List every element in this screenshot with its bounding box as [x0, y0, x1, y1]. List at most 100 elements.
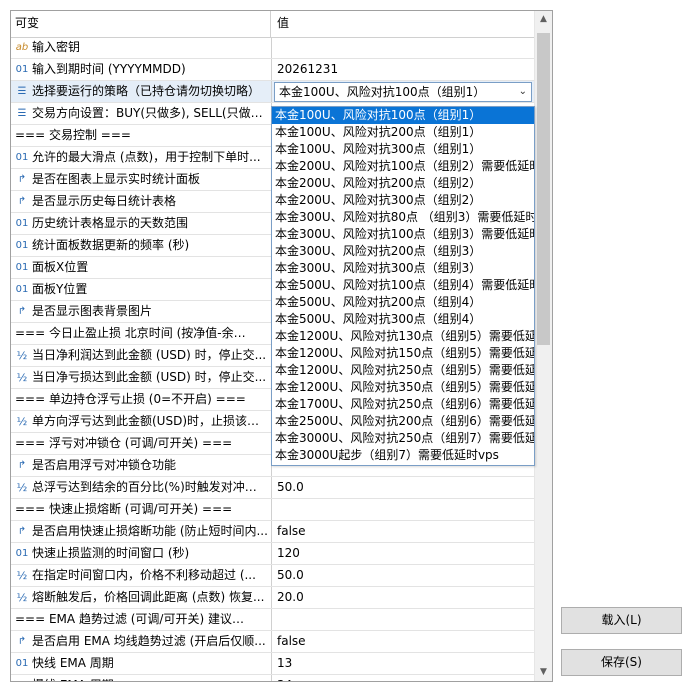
parameter-value-cell[interactable]: [272, 499, 535, 520]
strategy-option[interactable]: 本金100U、风险对抗300点（组别1）: [272, 141, 534, 158]
parameter-name-cell[interactable]: === 单边持仓浮亏止损 (0=不开启) ===: [11, 389, 272, 410]
parameter-name-cell[interactable]: ↱ 是否在图表上显示实时统计面板: [11, 169, 272, 190]
parameter-row[interactable]: ☰ 选择要运行的策略（已持仓请勿切换切略） 本金100U、风险对抗100点（组别1）…: [11, 81, 535, 103]
scroll-up-icon[interactable]: ▲: [535, 11, 552, 28]
column-header-variable[interactable]: 可变: [11, 11, 271, 37]
parameter-row[interactable]: 01 快线 EMA 周期 13: [11, 653, 535, 675]
scroll-down-icon[interactable]: ▼: [535, 664, 552, 681]
parameter-value-cell[interactable]: false: [272, 521, 535, 542]
strategy-option[interactable]: 本金200U、风险对抗300点（组别2）: [272, 192, 534, 209]
strategy-option[interactable]: 本金500U、风险对抗300点（组别4）: [272, 311, 534, 328]
parameter-label: 历史统计表格显示的天数范围: [32, 216, 189, 230]
parameter-name-cell[interactable]: ☰ 选择要运行的策略（已持仓请勿切换切略）: [11, 81, 272, 102]
vertical-scrollbar[interactable]: ▲ ▼: [534, 11, 552, 681]
strategy-option[interactable]: 本金300U、风险对抗200点（组别3）: [272, 243, 534, 260]
double-type-icon: ½: [16, 481, 28, 494]
parameter-name-cell[interactable]: ½ 在指定时间窗口内，价格不利移动超过 (...: [11, 565, 272, 586]
parameter-name-cell[interactable]: ↱ 是否显示图表背景图片: [11, 301, 272, 322]
parameter-label: === 单边持仓浮亏止损 (0=不开启) ===: [15, 392, 246, 406]
parameter-row[interactable]: ½ 在指定时间窗口内，价格不利移动超过 (... 50.0: [11, 565, 535, 587]
strategy-option[interactable]: 本金3000U、风险对抗250点（组别7）需要低延时vps: [272, 430, 534, 447]
integer-type-icon: 01: [15, 152, 29, 163]
parameter-row[interactable]: ↱ 是否启用快速止损熔断功能 (防止短时间内... false: [11, 521, 535, 543]
boolean-type-icon: ↱: [17, 306, 27, 317]
parameter-row[interactable]: ½ 熔断触发后，价格回调此距离 (点数) 恢复... 20.0: [11, 587, 535, 609]
strategy-option[interactable]: 本金200U、风险对抗100点（组别2）需要低延时vps: [272, 158, 534, 175]
parameter-row[interactable]: === EMA 趋势过滤 (可调/可开关) 建议选择...: [11, 609, 535, 631]
parameter-name-cell[interactable]: === 快速止损熔断 (可调/可开关) ===: [11, 499, 272, 520]
parameter-name-cell[interactable]: === 交易控制 ===: [11, 125, 272, 146]
parameter-row[interactable]: 01 快速止损监测的时间窗口 (秒) 120: [11, 543, 535, 565]
parameter-label: 是否显示历史每日统计表格: [32, 194, 177, 208]
parameter-name-cell[interactable]: === 今日止盈止损 北京时间 (按净值-余额计...: [11, 323, 272, 344]
strategy-option[interactable]: 本金1200U、风险对抗250点（组别5）需要低延时vps: [272, 362, 534, 379]
parameter-label: === 快速止损熔断 (可调/可开关) ===: [15, 502, 233, 516]
strategy-option[interactable]: 本金100U、风险对抗200点（组别1）: [272, 124, 534, 141]
parameter-name-cell[interactable]: ↱ 是否启用 EMA 均线趋势过滤 (开启后仅顺...: [11, 631, 272, 652]
save-button[interactable]: 保存(S): [561, 649, 682, 676]
strategy-option[interactable]: 本金300U、风险对抗80点 （组别3）需要低延时vps: [272, 209, 534, 226]
parameter-name-cell[interactable]: ↱ 是否启用快速止损熔断功能 (防止短时间内...: [11, 521, 272, 542]
parameter-name-cell[interactable]: ½ 熔断触发后，价格回调此距离 (点数) 恢复...: [11, 587, 272, 608]
strategy-option[interactable]: 本金200U、风险对抗200点（组别2）: [272, 175, 534, 192]
parameter-name-cell[interactable]: ½ 当日净利润达到此金额 (USD) 时，停止交...: [11, 345, 272, 366]
strategy-option[interactable]: 本金500U、风险对抗200点（组别4）: [272, 294, 534, 311]
parameter-name-cell[interactable]: 01 面板Y位置: [11, 279, 272, 300]
parameter-name-cell[interactable]: 01 统计面板数据更新的频率 (秒): [11, 235, 272, 256]
strategy-option[interactable]: 本金300U、风险对抗300点（组别3）: [272, 260, 534, 277]
strategy-option[interactable]: 本金500U、风险对抗100点（组别4）需要低延时vps: [272, 277, 534, 294]
parameter-name-cell[interactable]: 01 输入到期时间 (YYYYMMDD): [11, 59, 272, 80]
parameter-value-cell[interactable]: false: [272, 631, 535, 652]
integer-type-icon: 01: [15, 262, 29, 273]
strategy-option[interactable]: 本金100U、风险对抗100点（组别1）: [272, 107, 534, 124]
strategy-option[interactable]: 本金1700U、风险对抗250点（组别6）需要低延时vps: [272, 396, 534, 413]
parameter-name-cell[interactable]: 01 面板X位置: [11, 257, 272, 278]
parameter-row[interactable]: 01 输入到期时间 (YYYYMMDD) 20261231: [11, 59, 535, 81]
parameter-row[interactable]: 01慢线 EMA 周期34: [11, 675, 535, 681]
parameter-name-cell[interactable]: ↱ 是否显示历史每日统计表格: [11, 191, 272, 212]
parameter-value-cell[interactable]: 13: [272, 653, 535, 674]
boolean-type-icon: ↱: [17, 636, 27, 647]
parameter-name-cell[interactable]: 01慢线 EMA 周期: [11, 675, 272, 681]
strategy-dropdown-list[interactable]: 本金100U、风险对抗100点（组别1） 本金100U、风险对抗200点（组别1）…: [271, 106, 535, 466]
strategy-option[interactable]: 本金1200U、风险对抗150点（组别5）需要低延时vps: [272, 345, 534, 362]
chevron-down-icon[interactable]: ⌄: [519, 83, 527, 101]
strategy-option[interactable]: 本金2500U、风险对抗200点（组别6）需要低延时vps: [272, 413, 534, 430]
parameter-label: 选择要运行的策略（已持仓请勿切换切略）: [32, 84, 261, 98]
strategy-option[interactable]: 本金3000U起步（组别7）需要低延时vps: [272, 447, 534, 464]
parameter-value-cell[interactable]: 20.0: [272, 587, 535, 608]
parameter-row[interactable]: ½ 总浮亏达到结余的百分比(%)时触发对冲锁仓 50.0: [11, 477, 535, 499]
parameter-name-cell[interactable]: ab 输入密钥: [11, 37, 272, 58]
scroll-thumb[interactable]: [537, 33, 550, 345]
strategy-option[interactable]: 本金1200U、风险对抗130点（组别5）需要低延时vps: [272, 328, 534, 345]
parameter-value-cell[interactable]: 20261231: [272, 59, 535, 80]
parameter-name-cell[interactable]: 01 快速止损监测的时间窗口 (秒): [11, 543, 272, 564]
parameter-name-cell[interactable]: 01 允许的最大滑点 (点数)，用于控制下单时...: [11, 147, 272, 168]
parameter-row[interactable]: ↱ 是否启用 EMA 均线趋势过滤 (开启后仅顺... false: [11, 631, 535, 653]
parameter-value-cell[interactable]: 50.0: [272, 565, 535, 586]
boolean-type-icon: ↱: [17, 174, 27, 185]
parameter-name-cell[interactable]: ½ 当日净亏损达到此金额 (USD) 时，停止交...: [11, 367, 272, 388]
strategy-combo[interactable]: 本金100U、风险对抗100点（组别1） ⌄: [274, 82, 532, 102]
parameter-row[interactable]: ab 输入密钥: [11, 37, 535, 59]
parameter-value-cell[interactable]: 34: [272, 675, 535, 681]
parameter-name-cell[interactable]: === 浮亏对冲锁仓 (可调/可开关) ===: [11, 433, 272, 454]
column-header-value[interactable]: 值: [272, 11, 535, 37]
strategy-option[interactable]: 本金1200U、风险对抗350点（组别5）需要低延时vps: [272, 379, 534, 396]
parameter-value-cell[interactable]: [272, 37, 535, 58]
parameter-label: 当日净利润达到此金额 (USD) 时，停止交...: [32, 348, 267, 362]
parameter-name-cell[interactable]: 01 快线 EMA 周期: [11, 653, 272, 674]
parameter-value-cell[interactable]: 120: [272, 543, 535, 564]
load-button[interactable]: 载入(L): [561, 607, 682, 634]
parameter-name-cell[interactable]: ½ 单方向浮亏达到此金额(USD)时，止损该方...: [11, 411, 272, 432]
parameter-name-cell[interactable]: 01 历史统计表格显示的天数范围: [11, 213, 272, 234]
parameter-name-cell[interactable]: === EMA 趋势过滤 (可调/可开关) 建议选择...: [11, 609, 272, 630]
parameter-row[interactable]: === 快速止损熔断 (可调/可开关) ===: [11, 499, 535, 521]
parameter-name-cell[interactable]: ↱ 是否启用浮亏对冲锁仓功能: [11, 455, 272, 476]
parameter-value-cell[interactable]: 50.0: [272, 477, 535, 498]
parameter-name-cell[interactable]: ½ 总浮亏达到结余的百分比(%)时触发对冲锁仓: [11, 477, 272, 498]
parameter-value-cell[interactable]: [272, 609, 535, 630]
parameter-value-cell[interactable]: 本金100U、风险对抗100点（组别1） ⌄: [272, 81, 535, 102]
parameter-name-cell[interactable]: ☰ 交易方向设置：BUY(只做多), SELL(只做空...: [11, 103, 272, 124]
strategy-option[interactable]: 本金300U、风险对抗100点（组别3）需要低延时vps: [272, 226, 534, 243]
